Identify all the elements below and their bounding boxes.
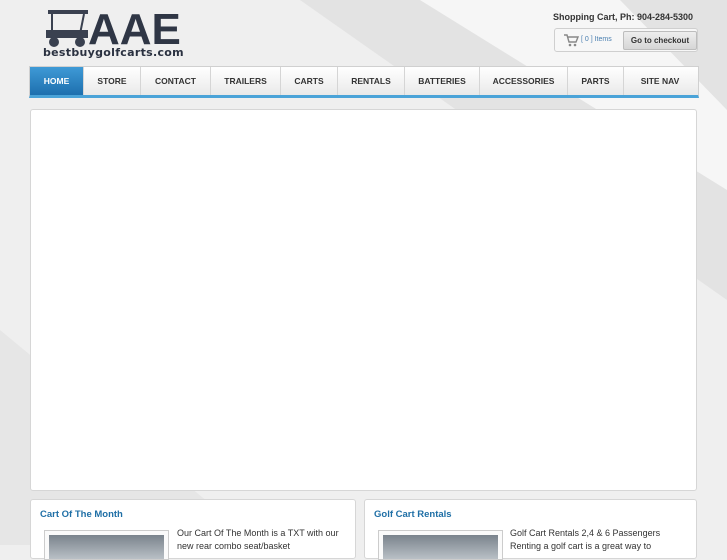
nav-contact[interactable]: CONTACT <box>141 67 211 95</box>
checkout-button[interactable]: Go to checkout <box>623 31 697 50</box>
nav-batteries[interactable]: BATTERIES <box>405 67 480 95</box>
golf-cart-rentals-box: Golf Cart Rentals Golf Cart Rentals 2,4 … <box>364 499 697 560</box>
nav-carts[interactable]: CARTS <box>281 67 338 95</box>
cart-image <box>49 535 164 559</box>
nav-site-nav[interactable]: SITE NAV <box>624 67 696 95</box>
logo-letters: AAE <box>88 8 181 48</box>
nav-accessories[interactable]: ACCESSORIES <box>480 67 568 95</box>
cart-thumbnail[interactable] <box>44 530 169 560</box>
hero-slideshow[interactable] <box>30 109 697 491</box>
box-title[interactable]: Cart Of The Month <box>40 509 123 520</box>
nav-store[interactable]: STORE <box>84 67 141 95</box>
cart-items-link[interactable]: [ 0 ] Items <box>581 36 612 43</box>
box-title[interactable]: Golf Cart Rentals <box>374 509 452 520</box>
cart-of-the-month-box: Cart Of The Month Our Cart Of The Month … <box>30 499 356 560</box>
phone-line: Shopping Cart, Ph: 904-284-5300 <box>552 12 693 22</box>
box-text: Our Cart Of The Month is a TXT with our … <box>177 528 339 551</box>
nav-home[interactable]: HOME <box>30 67 84 95</box>
cart-widget: [ 0 ] Items Go to checkout <box>554 28 698 52</box>
site-header: AAE bestbuygolfcarts.com Shopping Cart, … <box>0 0 727 66</box>
shopping-cart-icon[interactable] <box>563 33 579 47</box>
nav-parts[interactable]: PARTS <box>568 67 624 95</box>
svg-text:AAE: AAE <box>88 8 181 48</box>
rental-thumbnail[interactable] <box>378 530 503 560</box>
nav-rentals[interactable]: RENTALS <box>338 67 405 95</box>
box-text: Golf Cart Rentals 2,4 & 6 Passengers Ren… <box>510 528 661 551</box>
main-nav: HOME STORE CONTACT TRAILERS CARTS RENTAL… <box>29 66 699 98</box>
site-url[interactable]: bestbuygolfcarts.com <box>43 46 184 59</box>
nav-trailers[interactable]: TRAILERS <box>211 67 281 95</box>
rental-image <box>383 535 498 559</box>
